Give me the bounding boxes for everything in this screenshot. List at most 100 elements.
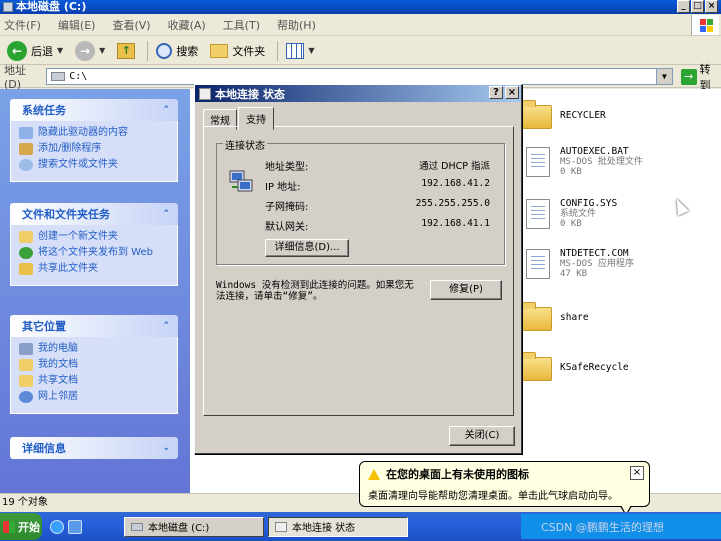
file-name: share xyxy=(560,312,589,323)
forward-button[interactable]: → ▼ xyxy=(71,40,109,62)
back-button[interactable]: ← 后退 ▼ xyxy=(3,40,67,62)
file-tasks-body: 创建一个新文件夹 将这个文件夹发布到 Web 共享此文件夹 xyxy=(10,225,178,286)
file-size: 0 KB xyxy=(560,219,582,229)
task-search-files[interactable]: 搜索文件或文件夹 xyxy=(19,159,169,171)
file-type: MS-DOS 应用程序 xyxy=(560,259,634,269)
collapse-icon[interactable]: ⌃ xyxy=(162,105,170,115)
application-file-icon xyxy=(526,249,550,279)
toolbar-separator xyxy=(277,40,279,61)
details-button[interactable]: 详细信息(D)... xyxy=(265,239,349,257)
other-places-header[interactable]: 其它位置 ⌃ xyxy=(10,315,178,337)
computer-icon xyxy=(19,343,33,355)
desktop-cleanup-balloon[interactable]: 在您的桌面上有未使用的图标 × 桌面清理向导能帮助您清理桌面。单击此气球启动向导… xyxy=(359,461,650,516)
folders-label: 文件夹 xyxy=(232,44,266,58)
balloon-header: 在您的桌面上有未使用的图标 xyxy=(368,466,641,482)
menu-edit[interactable]: 编辑(E) xyxy=(58,17,96,33)
shared-folder-icon xyxy=(522,302,552,331)
default-gateway-row: 默认网关: 192.168.41.1 xyxy=(265,218,490,233)
close-button[interactable]: × xyxy=(705,0,718,13)
views-button[interactable]: ▼ xyxy=(282,40,318,62)
file-tasks-group: 文件和文件夹任务 ⌃ 创建一个新文件夹 将这个文件夹发布到 Web 共享此文件夹 xyxy=(10,203,178,286)
help-button[interactable]: ? xyxy=(489,86,503,99)
menu-favorites[interactable]: 收藏(A) xyxy=(168,17,206,33)
menu-bar: 文件(F) 编辑(E) 查看(V) 收藏(A) 工具(T) 帮助(H) xyxy=(0,14,721,36)
repair-button[interactable]: 修复(P) xyxy=(430,280,502,300)
collapse-icon[interactable]: ⌃ xyxy=(162,209,170,219)
menu-view[interactable]: 查看(V) xyxy=(112,17,150,33)
show-desktop-icon[interactable] xyxy=(68,519,82,534)
task-label: 添加/删除程序 xyxy=(38,143,102,154)
expand-icon[interactable]: ⌄ xyxy=(162,443,170,453)
dialog-titlebar[interactable]: 本地连接 状态 ? × xyxy=(195,85,521,102)
system-tasks-title: 系统任务 xyxy=(22,104,66,117)
dialog-close-button[interactable]: × xyxy=(505,86,519,99)
task-add-remove-programs[interactable]: 添加/删除程序 xyxy=(19,143,169,155)
chevron-down-icon[interactable]: ▼ xyxy=(308,46,314,55)
maximize-button[interactable]: □ xyxy=(691,0,704,13)
shared-folder-icon xyxy=(19,375,33,387)
collapse-icon[interactable]: ⌃ xyxy=(162,321,170,331)
up-button[interactable]: ↑ xyxy=(113,40,139,62)
address-dropdown-button[interactable]: ▼ xyxy=(655,69,672,84)
task-label: 搜索文件或文件夹 xyxy=(38,159,118,170)
file-size: 0 KB xyxy=(560,167,582,177)
folders-button[interactable]: 文件夹 xyxy=(206,40,269,62)
folder-icon xyxy=(522,352,552,381)
task-hide-drive-contents[interactable]: 隐藏此驱动器的内容 xyxy=(19,127,169,139)
task-share-folder[interactable]: 共享此文件夹 xyxy=(19,263,169,275)
menu-tools[interactable]: 工具(T) xyxy=(223,17,260,33)
start-button[interactable]: 开始 xyxy=(0,513,42,540)
row-label: 默认网关: xyxy=(265,222,309,233)
task-label: 创建一个新文件夹 xyxy=(38,231,118,242)
file-item[interactable]: NTDETECT.COM MS-DOS 应用程序 47 KB xyxy=(522,249,634,283)
go-button[interactable]: → 转到 xyxy=(680,61,721,93)
system-tasks-body: 隐藏此驱动器的内容 添加/删除程序 搜索文件或文件夹 xyxy=(10,121,178,182)
address-input[interactable]: C:\ ▼ xyxy=(46,68,673,85)
file-type: MS-DOS 批处理文件 xyxy=(560,157,643,167)
task-connection-status[interactable]: 本地连接 状态 xyxy=(268,516,408,537)
place-network[interactable]: 网上邻居 xyxy=(19,391,169,403)
back-label: 后退 xyxy=(31,44,53,58)
system-tasks-header[interactable]: 系统任务 ⌃ xyxy=(10,99,178,121)
search-icon xyxy=(156,42,173,59)
object-count: 19 个对象 xyxy=(2,497,48,508)
chevron-down-icon[interactable]: ▼ xyxy=(57,46,63,55)
windows-logo-icon xyxy=(691,15,719,35)
new-folder-icon xyxy=(19,231,33,243)
file-item[interactable]: CONFIG.SYS 系统文件 0 KB xyxy=(522,199,617,233)
file-item[interactable]: AUTOEXEC.BAT MS-DOS 批处理文件 0 KB xyxy=(522,147,643,181)
place-shared-documents[interactable]: 共享文档 xyxy=(19,375,169,387)
file-item[interactable]: RECYCLER xyxy=(522,99,606,133)
other-places-title: 其它位置 xyxy=(22,320,66,333)
drive-icon xyxy=(3,2,13,12)
subnet-mask-row: 子网掩码: 255.255.255.0 xyxy=(265,198,490,213)
place-my-documents[interactable]: 我的文档 xyxy=(19,359,169,371)
menu-help[interactable]: 帮助(H) xyxy=(277,17,316,33)
search-button[interactable]: 搜索 xyxy=(152,40,202,62)
place-my-computer[interactable]: 我的电脑 xyxy=(19,343,169,355)
balloon-close-button[interactable]: × xyxy=(630,466,644,480)
minimize-button[interactable]: _ xyxy=(677,0,690,13)
row-value: 192.168.41.2 xyxy=(421,178,490,189)
file-item[interactable]: KSafeRecycle xyxy=(522,351,629,385)
file-item[interactable]: share xyxy=(522,301,589,335)
network-connection-icon xyxy=(199,87,211,100)
task-explorer-window[interactable]: 本地磁盘 (C:) xyxy=(124,516,264,537)
chevron-down-icon[interactable]: ▼ xyxy=(99,46,105,55)
task-new-folder[interactable]: 创建一个新文件夹 xyxy=(19,231,169,243)
taskbar: 开始 本地磁盘 (C:) 本地连接 状态 CSDN @鹏鹏生活的理想 xyxy=(0,512,721,541)
file-name: KSafeRecycle xyxy=(560,362,629,373)
close-dialog-button[interactable]: 关闭(C) xyxy=(449,426,515,446)
file-size: 47 KB xyxy=(560,269,588,279)
file-tasks-header[interactable]: 文件和文件夹任务 ⌃ xyxy=(10,203,178,225)
diagnostic-message: Windows 没有检测到此连接的问题。如果您无法连接，请单击“修复”。 xyxy=(216,280,414,302)
row-label: 地址类型: xyxy=(265,162,309,173)
search-label: 搜索 xyxy=(176,44,199,58)
tab-support[interactable]: 支持 xyxy=(238,107,274,130)
details-header[interactable]: 详细信息 ⌄ xyxy=(10,437,178,459)
globe-icon xyxy=(19,247,33,259)
internet-explorer-icon[interactable] xyxy=(50,519,64,534)
views-icon xyxy=(286,42,305,59)
task-publish-web[interactable]: 将这个文件夹发布到 Web xyxy=(19,247,169,259)
menu-file[interactable]: 文件(F) xyxy=(4,17,41,33)
